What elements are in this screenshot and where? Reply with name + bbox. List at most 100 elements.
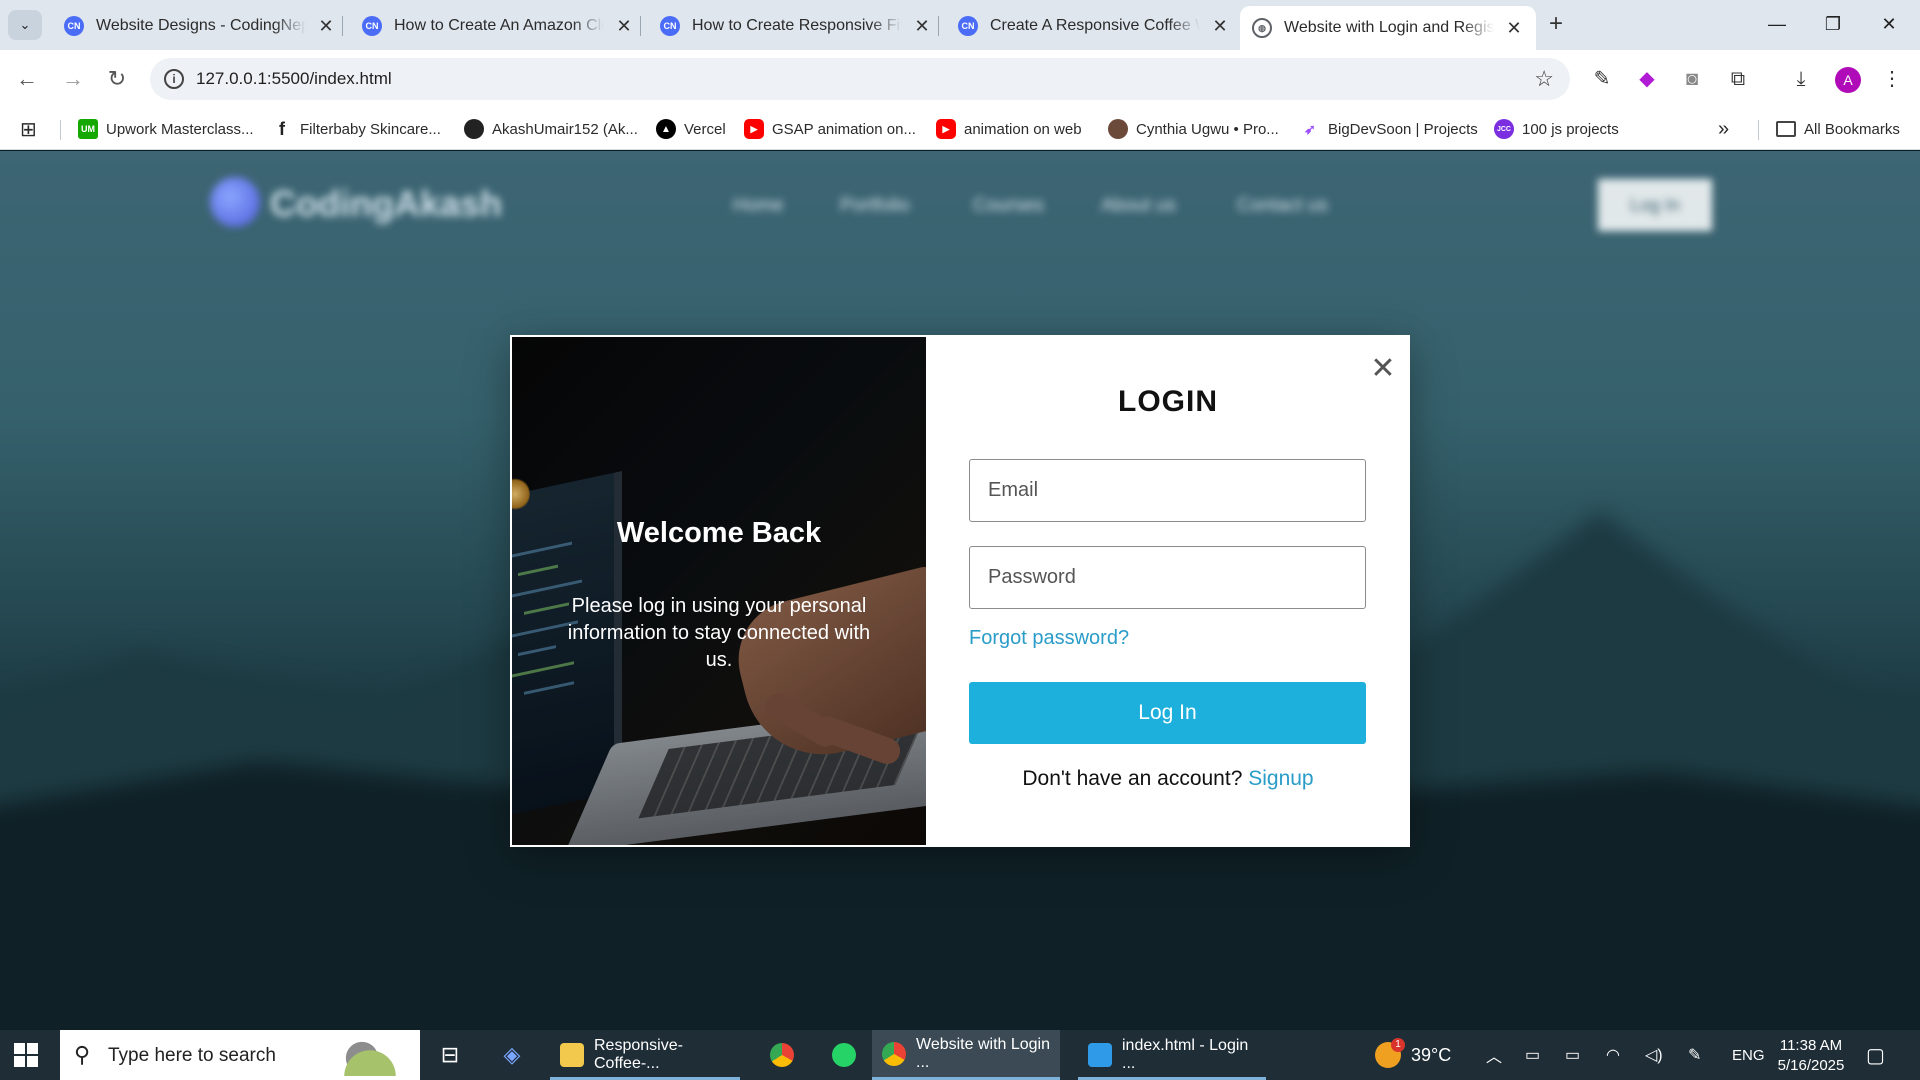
bookmark-item[interactable]: ▲ Vercel [656, 117, 726, 141]
eyedropper-extension-icon[interactable]: ✎ [1588, 65, 1616, 93]
tab-5-active[interactable]: ◍ Website with Login and Registration ✕ [1240, 6, 1536, 50]
signup-prompt: Don't have an account? [1022, 767, 1243, 790]
all-bookmarks-label: All Bookmarks [1804, 120, 1900, 138]
tab-divider [640, 16, 641, 36]
login-form-panel: ✕ LOGIN Forgot password? Log In Don't ha… [926, 337, 1408, 845]
close-tab-icon[interactable]: ✕ [1210, 16, 1230, 37]
reload-button[interactable]: ↻ [102, 64, 132, 94]
tab-3[interactable]: CN How to Create Responsive Fiverr ✕ [648, 6, 944, 46]
taskbar-app-label: Responsive-Coffee-... [594, 1037, 683, 1072]
restore-button[interactable]: ❐ [1813, 8, 1853, 40]
nav-portfolio[interactable]: Portfolio [840, 195, 910, 217]
tab-search-button[interactable]: ⌄ [8, 10, 42, 40]
nav-home[interactable]: Home [733, 195, 784, 217]
extensions-puzzle-icon[interactable]: ⧉ [1724, 65, 1752, 93]
back-button[interactable]: ← [12, 64, 42, 94]
taskbar-app-vscode[interactable]: index.html - Login ... [1078, 1030, 1266, 1080]
tab-title: How to Create Responsive Fiverr [692, 17, 902, 34]
taskbar-app-chrome-window[interactable]: Website with Login ... [872, 1030, 1060, 1080]
language-indicator[interactable]: ENG [1732, 1030, 1765, 1080]
reload-icon: ↻ [107, 66, 127, 91]
close-icon[interactable]: ✕ [1370, 354, 1396, 384]
tab-strip: ⌄ CN Website Designs - CodingNepal ✕ CN … [0, 0, 1920, 50]
show-hidden-icons-button[interactable]: ︿ [1486, 1030, 1502, 1080]
nav-contact[interactable]: Contact us [1237, 195, 1328, 217]
weather-badge: 1 [1391, 1038, 1405, 1052]
menu-kebab-icon[interactable]: ⋮ [1878, 65, 1906, 93]
copilot-icon[interactable]: ◈ [497, 1040, 527, 1070]
close-tab-icon[interactable]: ✕ [316, 16, 336, 37]
search-highlight-image [330, 1036, 410, 1076]
weather-widget[interactable]: 1 39°C [1375, 1030, 1451, 1080]
site-logo-text[interactable]: CodingAkash [270, 183, 502, 225]
close-tab-icon[interactable]: ✕ [614, 16, 634, 37]
weather-sun-icon: 1 [1375, 1038, 1405, 1068]
url-text[interactable]: 127.0.0.1:5500/index.html [196, 69, 392, 89]
password-field[interactable] [969, 546, 1366, 609]
welcome-panel: Welcome Back Please log in using your pe… [512, 337, 926, 845]
camera-extension-icon[interactable]: ◙ [1678, 65, 1706, 93]
tab-1[interactable]: CN Website Designs - CodingNepal ✕ [52, 6, 348, 46]
pen-icon[interactable]: ✎ [1688, 1030, 1701, 1080]
login-submit-button[interactable]: Log In [969, 682, 1366, 744]
nav-about[interactable]: About us [1101, 195, 1176, 217]
bookmark-label: animation on web [964, 120, 1082, 138]
clock-date: 5/16/2025 [1777, 1057, 1845, 1074]
minimize-button[interactable]: — [1757, 8, 1797, 40]
bookmark-label: AkashUmair152 (Ak... [492, 120, 638, 138]
codingnepal-icon: CN [660, 16, 680, 36]
close-tab-icon[interactable]: ✕ [912, 16, 932, 37]
wifi-icon[interactable]: ◠ [1606, 1030, 1620, 1080]
system-clock[interactable]: 11:38 AM 5/16/2025 [1772, 1036, 1850, 1076]
taskbar-app-whatsapp[interactable] [822, 1030, 876, 1080]
close-window-button[interactable]: ✕ [1869, 8, 1909, 40]
all-bookmarks-button[interactable]: All Bookmarks [1776, 117, 1900, 141]
bookmark-label: Vercel [684, 120, 726, 138]
bookmark-item[interactable]: UM Upwork Masterclass... [78, 117, 254, 141]
forward-button[interactable]: → [58, 64, 88, 94]
taskbar-app-explorer[interactable]: Responsive-Coffee-... [550, 1030, 740, 1080]
chrome-icon [770, 1043, 794, 1067]
extension-pink-icon[interactable]: ◆ [1633, 65, 1661, 93]
bookmark-item[interactable]: ▶ GSAP animation on... [744, 117, 916, 141]
apps-grid-button[interactable]: ⊞ [20, 117, 37, 141]
signup-row: Don't have an account? Signup [926, 767, 1410, 791]
more-bookmarks-button[interactable]: » [1718, 117, 1729, 141]
bookmark-item[interactable]: AkashUmair152 (Ak... [464, 117, 638, 141]
signup-link[interactable]: Signup [1248, 767, 1313, 790]
vercel-icon: ▲ [656, 119, 676, 139]
profile-avatar[interactable]: A [1835, 67, 1861, 93]
taskbar-search[interactable]: ⚲ Type here to search [60, 1030, 420, 1080]
bookmark-item[interactable]: JCC 100 js projects [1494, 117, 1619, 141]
meet-now-icon[interactable]: ▭ [1525, 1030, 1540, 1080]
bookmark-label: Cynthia Ugwu • Pro... [1136, 120, 1279, 138]
rocket-icon: ➶ [1304, 120, 1316, 137]
task-view-icon[interactable]: ⊟ [435, 1040, 465, 1070]
tab-2[interactable]: CN How to Create An Amazon Clone ✕ [350, 6, 646, 46]
bookmark-item[interactable]: Cynthia Ugwu • Pro... [1108, 117, 1279, 141]
site-login-button[interactable]: Log In [1598, 179, 1712, 231]
taskbar-app-chrome[interactable] [760, 1030, 814, 1080]
bookmark-item[interactable]: f Filterbaby Skincare... [272, 117, 441, 141]
bookmark-star-icon[interactable]: ☆ [1534, 66, 1554, 92]
bookmark-label: Upwork Masterclass... [106, 120, 254, 138]
new-tab-button[interactable]: + [1541, 10, 1571, 40]
notifications-icon[interactable]: ▢ [1866, 1030, 1885, 1080]
battery-icon[interactable]: ▭ [1565, 1030, 1580, 1080]
bookmark-item[interactable]: ▶ animation on web [936, 117, 1082, 141]
windows-start-icon[interactable] [14, 1043, 38, 1067]
forgot-password-link[interactable]: Forgot password? [969, 627, 1129, 650]
volume-icon[interactable]: ◁) [1645, 1030, 1663, 1080]
codingnepal-icon: CN [64, 16, 84, 36]
email-field[interactable] [969, 459, 1366, 522]
site-info-icon[interactable]: i [164, 69, 184, 89]
bookmark-item[interactable]: ➶ BigDevSoon | Projects [1300, 117, 1478, 141]
tab-title: Website Designs - CodingNepal [96, 17, 306, 34]
address-bar[interactable]: i 127.0.0.1:5500/index.html ☆ [150, 58, 1570, 100]
close-tab-icon[interactable]: ✕ [1504, 18, 1524, 39]
globe-icon: ◍ [1252, 18, 1272, 38]
browser-toolbar: ← → ↻ i 127.0.0.1:5500/index.html ☆ ✎ ◆ … [0, 50, 1920, 108]
nav-courses[interactable]: Courses [973, 195, 1044, 217]
download-icon[interactable]: ⤓ [1787, 65, 1815, 93]
tab-4[interactable]: CN Create A Responsive Coffee Website ✕ [946, 6, 1242, 46]
